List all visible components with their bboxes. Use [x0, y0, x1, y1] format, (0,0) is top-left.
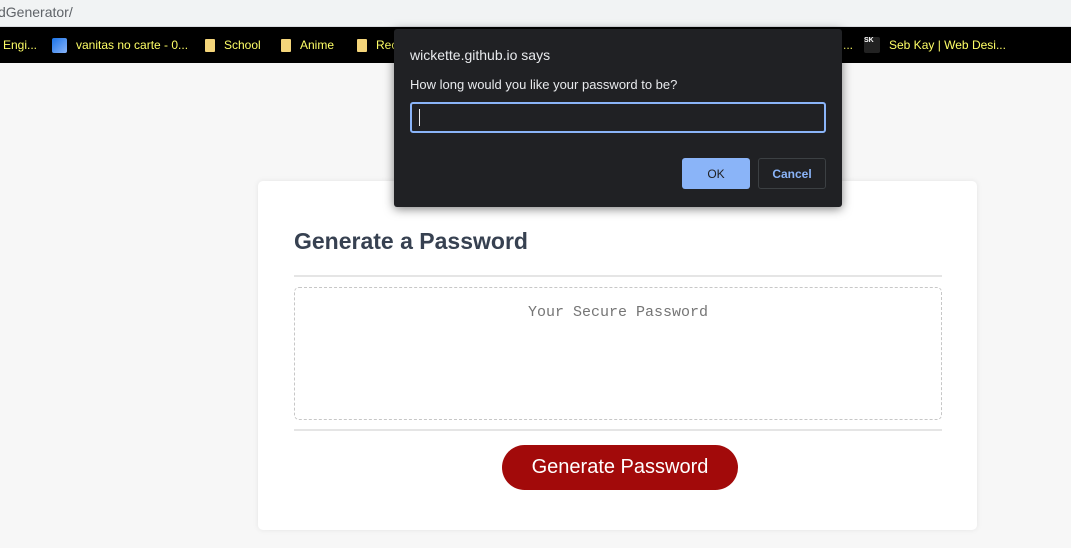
bookmark-label: Seb Kay | Web Desi...: [889, 38, 1006, 52]
bookmark-item[interactable]: ...: [843, 27, 853, 63]
cancel-button[interactable]: Cancel: [758, 158, 826, 189]
password-length-input[interactable]: [410, 102, 826, 133]
bookmark-label: Engi...: [3, 38, 38, 52]
bookmark-folder-school[interactable]: School: [205, 27, 261, 63]
bookmark-label: School: [224, 38, 261, 52]
divider: [294, 429, 942, 431]
bookmark-label: vanitas no carte - 0...: [76, 38, 189, 52]
generate-password-button[interactable]: Generate Password: [502, 445, 738, 490]
bookmark-item-seb-kay[interactable]: SK Seb Kay | Web Desi...: [864, 27, 1006, 63]
text-caret: [419, 109, 420, 126]
folder-icon: [205, 38, 215, 52]
bookmark-item[interactable]: Engi...: [3, 27, 37, 63]
sk-icon: SK: [864, 37, 880, 53]
dialog-title: wickette.github.io says: [410, 47, 551, 63]
bookmark-folder-anime[interactable]: Anime: [281, 27, 334, 63]
address-bar[interactable]: dGenerator/: [0, 0, 1071, 27]
bookmark-label: ...: [843, 38, 854, 52]
address-text[interactable]: dGenerator/: [0, 4, 73, 20]
password-output[interactable]: [294, 287, 942, 420]
ok-button[interactable]: OK: [682, 158, 750, 189]
dialog-message: How long would you like your password to…: [410, 77, 678, 92]
folder-icon: [357, 38, 367, 52]
folder-icon: [281, 38, 291, 52]
prompt-dialog: wickette.github.io says How long would y…: [394, 29, 842, 207]
page-title: Generate a Password: [294, 228, 528, 254]
bookmark-item[interactable]: vanitas no carte - 0...: [52, 27, 188, 63]
bookmark-folder[interactable]: Rec: [357, 27, 397, 63]
password-card: Generate a Password Generate Password: [258, 181, 977, 530]
divider: [294, 275, 942, 277]
image-icon: [52, 37, 67, 53]
bookmark-label: Anime: [300, 38, 335, 52]
